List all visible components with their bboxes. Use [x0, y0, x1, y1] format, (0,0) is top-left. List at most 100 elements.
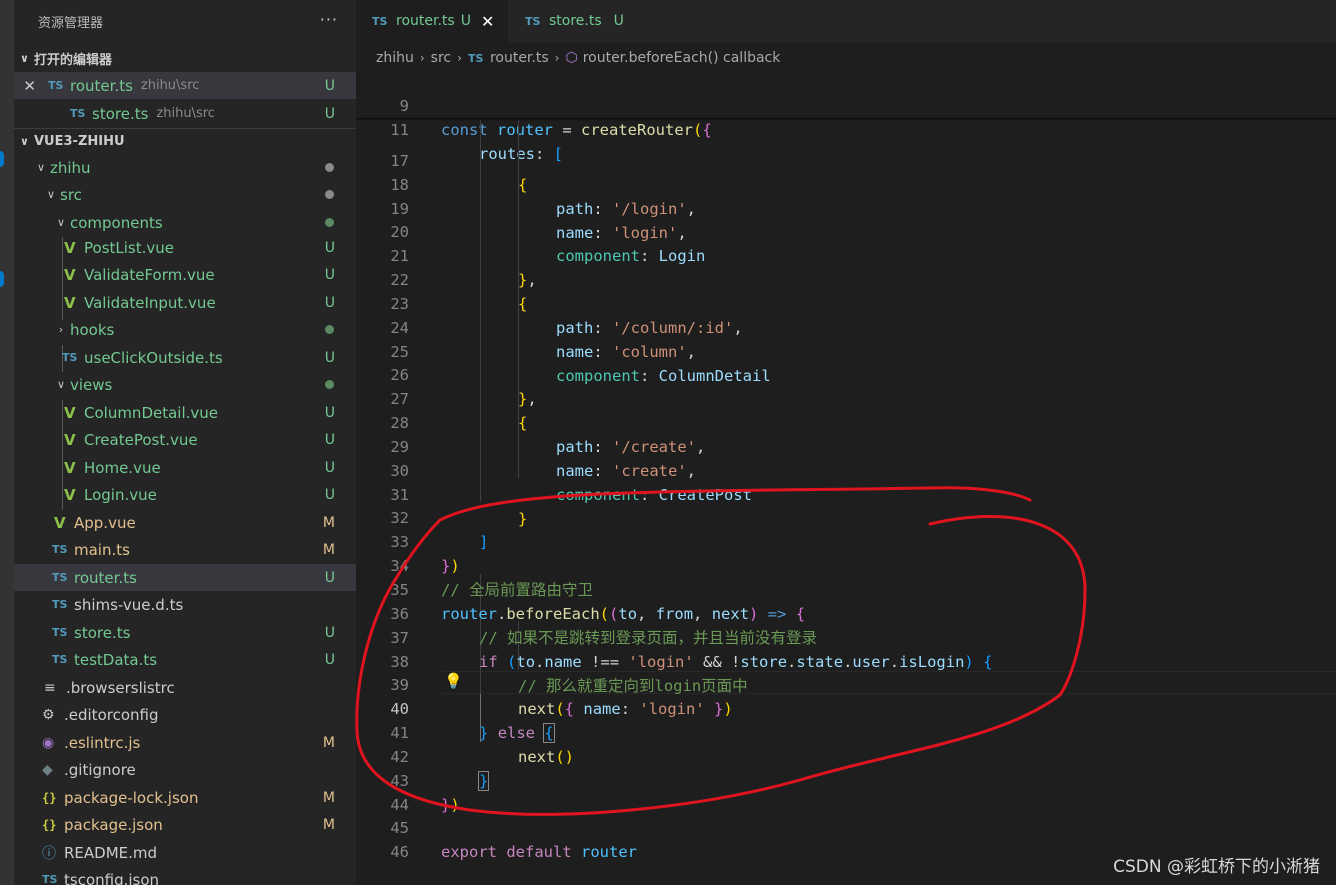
file-name: .gitignore — [64, 760, 136, 779]
git-status-badge: U — [324, 77, 335, 94]
open-editors-title: 打开的编辑器 — [34, 52, 113, 68]
untracked-dot — [325, 380, 334, 389]
project-header[interactable]: ∨ VUE3-ZHIHU — [14, 128, 356, 154]
tree-file[interactable]: ◉ .eslintrc.js M — [14, 729, 356, 756]
tree-file[interactable]: ⚙ .editorconfig — [14, 701, 356, 728]
open-editors-header[interactable]: ∨ 打开的编辑器 — [14, 45, 356, 71]
tab-router-ts[interactable]: TS router.ts U ✕ — [356, 0, 508, 42]
gear-icon: ⚙ — [42, 706, 55, 723]
file-name: CreatePost.vue — [84, 430, 198, 449]
tree-file[interactable]: V PostList.vue U — [14, 234, 356, 261]
tree-folder-views[interactable]: ∨ views — [14, 371, 356, 398]
git-status-badge: U — [324, 294, 335, 311]
vue-file-icon: V — [64, 238, 76, 257]
tree-file[interactable]: TS testData.ts U — [14, 646, 356, 673]
code-line: 33 }) — [356, 506, 1336, 575]
file-name: Login.vue — [84, 485, 157, 504]
more-actions-icon[interactable]: ··· — [320, 10, 338, 29]
json-file-icon: {} — [42, 790, 57, 805]
file-name: .eslintrc.js — [64, 733, 141, 752]
file-name: PostList.vue — [84, 238, 174, 257]
vue-file-icon: V — [64, 430, 76, 449]
tree-file[interactable]: TS tsconfig.json — [14, 866, 356, 885]
tree-file[interactable]: TS main.ts M — [14, 536, 356, 563]
git-status-badge: M — [322, 816, 335, 833]
file-name: tsconfig.json — [64, 870, 160, 885]
tree-file[interactable]: TS useClickOutside.ts U — [14, 344, 356, 371]
sticky-scroll-shadow — [356, 118, 1336, 121]
vue-file-icon: V — [64, 458, 76, 477]
file-path: zhihu\src — [140, 78, 200, 93]
breadcrumb-item[interactable]: router.ts — [490, 50, 549, 66]
code-line: 27 { — [356, 363, 1336, 432]
typescript-config-icon: TS — [42, 873, 58, 885]
tree-file[interactable]: {} package.json M — [14, 811, 356, 838]
file-name: package-lock.json — [64, 788, 199, 807]
tree-file[interactable]: V Home.vue U — [14, 454, 356, 481]
git-status-badge: U — [324, 349, 335, 366]
tree-folder-zhihu[interactable]: ∨ zhihu — [14, 154, 356, 181]
code-line: 44 — [356, 769, 1336, 814]
git-status-badge: U — [324, 404, 335, 421]
typescript-file-icon: TS — [525, 14, 541, 28]
tree-folder-hooks[interactable]: › hooks — [14, 316, 356, 343]
breadcrumb-item[interactable]: router.beforeEach() callback — [583, 50, 781, 66]
tree-file[interactable]: V ColumnDetail.vue U — [14, 399, 356, 426]
tree-file[interactable]: ◆ .gitignore — [14, 756, 356, 783]
activity-indicator — [0, 271, 4, 287]
tree-file[interactable]: ≡ .browserslistrc — [14, 674, 356, 701]
tree-file[interactable]: TS shims-vue.d.ts — [14, 591, 356, 618]
project-title: VUE3-ZHIHU — [34, 134, 125, 149]
list-file-icon: ≡ — [44, 679, 56, 696]
tree-folder-components[interactable]: ∨ components — [14, 209, 356, 236]
breadcrumb-item[interactable]: src — [431, 50, 451, 66]
tree-file[interactable]: V CreatePost.vue U — [14, 426, 356, 453]
code-line: 22 { — [356, 244, 1336, 313]
tree-file[interactable]: TS store.ts U — [14, 619, 356, 646]
modified-dot — [325, 190, 334, 199]
file-name: README.md — [64, 843, 158, 862]
file-name: Home.vue — [84, 458, 161, 477]
chevron-right-icon: › — [457, 51, 462, 65]
tree-file[interactable]: V ValidateInput.vue U — [14, 289, 356, 316]
folder-name: hooks — [70, 320, 115, 339]
tab-store-ts[interactable]: TS store.ts U — [508, 0, 656, 42]
breadcrumb-item[interactable]: zhihu — [376, 50, 414, 66]
file-name: .browserslistrc — [66, 678, 175, 697]
code-line: 29 name: 'create', — [356, 411, 1336, 480]
file-name: App.vue — [74, 513, 136, 532]
file-name: main.ts — [74, 540, 130, 559]
chevron-down-icon: ∨ — [36, 161, 46, 174]
git-status-badge: U — [324, 624, 335, 641]
open-editor-item-router[interactable]: ✕ TS router.ts zhihu\src U — [14, 72, 356, 99]
code-line: 39 next({ name: 'login' }) — [356, 649, 1336, 718]
explorer-header: 资源管理器 ··· — [14, 0, 356, 42]
tree-file[interactable]: ⓘ README.md — [14, 839, 356, 866]
typescript-file-icon: TS — [48, 79, 64, 92]
tree-file[interactable]: V Login.vue U — [14, 481, 356, 508]
close-tab-icon[interactable]: ✕ — [481, 12, 494, 31]
typescript-file-icon: TS — [70, 107, 86, 120]
lightbulb-icon[interactable]: 💡 — [444, 672, 463, 690]
open-editor-item-store[interactable]: TS store.ts zhihu\src U — [14, 100, 356, 127]
activity-indicator — [0, 151, 4, 167]
git-status-badge: U — [324, 569, 335, 586]
code-line: 38 // 那么就重定向到login页面中 — [356, 626, 1336, 695]
eslint-icon: ◉ — [42, 734, 55, 751]
tree-file[interactable]: {} package-lock.json M — [14, 784, 356, 811]
code-editor[interactable]: 9 const router = createRouter({ 11 route… — [356, 70, 1336, 885]
code-line: 19 name: 'login', — [356, 173, 1336, 242]
git-status-badge: U — [324, 486, 335, 503]
chevron-down-icon: ∨ — [56, 378, 66, 391]
explorer-title: 资源管理器 — [38, 15, 104, 31]
git-status-badge: U — [324, 239, 335, 256]
code-line: 9 const router = createRouter({ — [356, 70, 1336, 139]
tree-file-selected[interactable]: TS router.ts U — [14, 564, 356, 591]
typescript-file-icon: TS — [52, 543, 68, 556]
close-icon[interactable]: ✕ — [14, 77, 36, 95]
tree-folder-src[interactable]: ∨ src — [14, 181, 356, 208]
tree-file[interactable]: V App.vue M — [14, 509, 356, 536]
tree-file[interactable]: V ValidateForm.vue U — [14, 261, 356, 288]
